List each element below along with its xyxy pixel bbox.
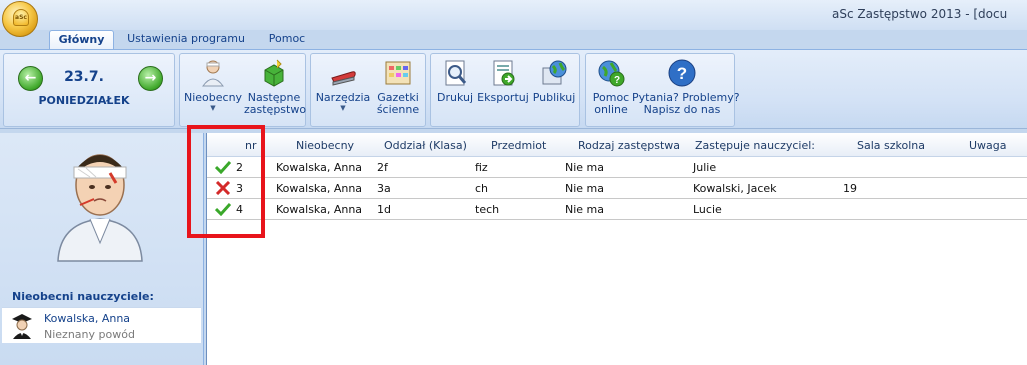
absent-teacher-reason: Nieznany powód (44, 328, 135, 341)
cell-absent: Kowalska, Anna (276, 161, 363, 174)
cell-substitute: Kowalski, Jacek (693, 182, 777, 195)
cell-class: 1d (377, 203, 391, 216)
substitutions-grid: nr Nieobecny Oddział (Klasa) Przedmiot R… (206, 133, 1027, 365)
print-label: Drukuj (436, 91, 474, 104)
next-substitution-label-2: zastępstwo (244, 103, 307, 116)
ribbon: ← 23.7. PONIEDZIAŁEK → Nieobecny ▼ Nastę… (0, 49, 1027, 129)
tab-glowny[interactable]: Główny (49, 30, 114, 49)
orb-label: aSc (15, 14, 27, 21)
next-day-button[interactable]: → (138, 66, 163, 91)
column-substitute-teacher[interactable]: Zastępuje nauczyciel: (695, 139, 815, 152)
publish-label: Publikuj (532, 91, 576, 104)
previous-day-button[interactable]: ← (18, 66, 43, 91)
window-title: aSc Zastępstwo 2013 - [docu (832, 7, 1008, 21)
current-day: PONIEDZIAŁEK (38, 94, 130, 107)
next-substitution-button[interactable]: Następne zastępstwo (244, 58, 307, 126)
title-bar: aSc Zastępstwo 2013 - [docu (0, 0, 1027, 30)
cell-class: 3a (377, 182, 391, 195)
tools-button[interactable]: Narzędzia ▼ (315, 58, 371, 126)
questions-label-2: Napisz do nas (643, 103, 721, 116)
print-button[interactable]: Drukuj (435, 58, 475, 126)
wall-boards-button[interactable]: Gazetki ścienne (371, 58, 425, 126)
absent-teacher-item[interactable]: Kowalska, Anna Nieznany powód (2, 307, 201, 343)
teacher-graduate-icon (10, 312, 34, 340)
export-label: Eksportuj (477, 91, 529, 104)
application-menu-button[interactable]: aSc (2, 1, 38, 37)
green-cube-icon (259, 58, 289, 88)
cell-type: Nie ma (565, 182, 605, 195)
cell-room: 19 (843, 182, 857, 195)
cell-substitute: Julie (693, 161, 717, 174)
cell-subject: ch (475, 182, 489, 195)
cell-substitute: Lucie (693, 203, 722, 216)
help-group: ? Pomoc online ? Pytania? Problemy? Napi… (585, 53, 740, 127)
cell-absent: Kowalska, Anna (276, 182, 363, 195)
grid-header: nr Nieobecny Oddział (Klasa) Przedmiot R… (207, 133, 1027, 157)
dropdown-arrow-icon: ▼ (340, 104, 346, 112)
tab-ustawienia[interactable]: Ustawienia programu (122, 30, 250, 49)
current-date: 23.7. (64, 69, 104, 85)
question-mark-icon: ? (667, 58, 697, 88)
highlight-box (187, 125, 265, 238)
ribbon-tabs: Główny Ustawienia programu Pomoc (0, 30, 1027, 49)
absent-teachers-panel: Nieobecni nauczyciele: Kowalska, Anna Ni… (0, 133, 204, 365)
questions-button[interactable]: ? Pytania? Problemy? Napisz do nas (632, 58, 740, 126)
online-help-label-2: online (594, 103, 628, 116)
export-button[interactable]: Eksportuj (477, 58, 529, 126)
cell-type: Nie ma (565, 161, 605, 174)
publish-button[interactable]: Publikuj (531, 58, 577, 126)
dropdown-arrow-icon: ▼ (210, 104, 216, 112)
column-note[interactable]: Uwaga (969, 139, 1007, 152)
table-row[interactable]: 4 Kowalska, Anna 1d tech Nie ma Lucie (207, 199, 1027, 220)
tools-label: Narzędzia (315, 91, 371, 104)
output-group: Drukuj Eksportuj Publikuj (430, 53, 580, 127)
teacher-icon (198, 58, 228, 88)
column-subject[interactable]: Przedmiot (491, 139, 546, 152)
tab-pomoc[interactable]: Pomoc (262, 30, 312, 49)
cell-class: 2f (377, 161, 388, 174)
table-row[interactable]: 2 Kowalska, Anna 2f fiz Nie ma Julie (207, 157, 1027, 178)
online-help-button[interactable]: ? Pomoc online (590, 58, 632, 126)
board-icon (383, 58, 413, 88)
cell-absent: Kowalska, Anna (276, 203, 363, 216)
stapler-icon (328, 58, 358, 88)
help-globe-icon: ? (596, 58, 626, 88)
print-preview-icon (440, 58, 470, 88)
column-absent[interactable]: Nieobecny (296, 139, 354, 152)
injured-teacher-icon (50, 143, 150, 263)
cell-type: Nie ma (565, 203, 605, 216)
column-class[interactable]: Oddział (Klasa) (384, 139, 467, 152)
table-row[interactable]: 3 Kowalska, Anna 3a ch Nie ma Kowalski, … (207, 178, 1027, 199)
cell-subject: tech (475, 203, 500, 216)
wall-boards-label-2: ścienne (376, 103, 420, 116)
column-substitution-type[interactable]: Rodzaj zastępstwa (578, 139, 680, 152)
svg-text:?: ? (614, 75, 620, 86)
absent-teachers-heading: Nieobecni nauczyciele: (12, 290, 154, 303)
svg-text:?: ? (677, 64, 687, 83)
date-group: ← 23.7. PONIEDZIAŁEK → (3, 53, 175, 127)
absent-button[interactable]: Nieobecny ▼ (184, 58, 242, 126)
cell-subject: fiz (475, 161, 488, 174)
column-room[interactable]: Sala szkolna (857, 139, 925, 152)
absence-group: Nieobecny ▼ Następne zastępstwo (179, 53, 306, 127)
export-icon (488, 58, 518, 88)
globe-icon (539, 58, 569, 88)
tools-group: Narzędzia ▼ Gazetki ścienne (310, 53, 426, 127)
absent-teacher-name: Kowalska, Anna (44, 312, 131, 325)
absent-label: Nieobecny (184, 91, 243, 104)
